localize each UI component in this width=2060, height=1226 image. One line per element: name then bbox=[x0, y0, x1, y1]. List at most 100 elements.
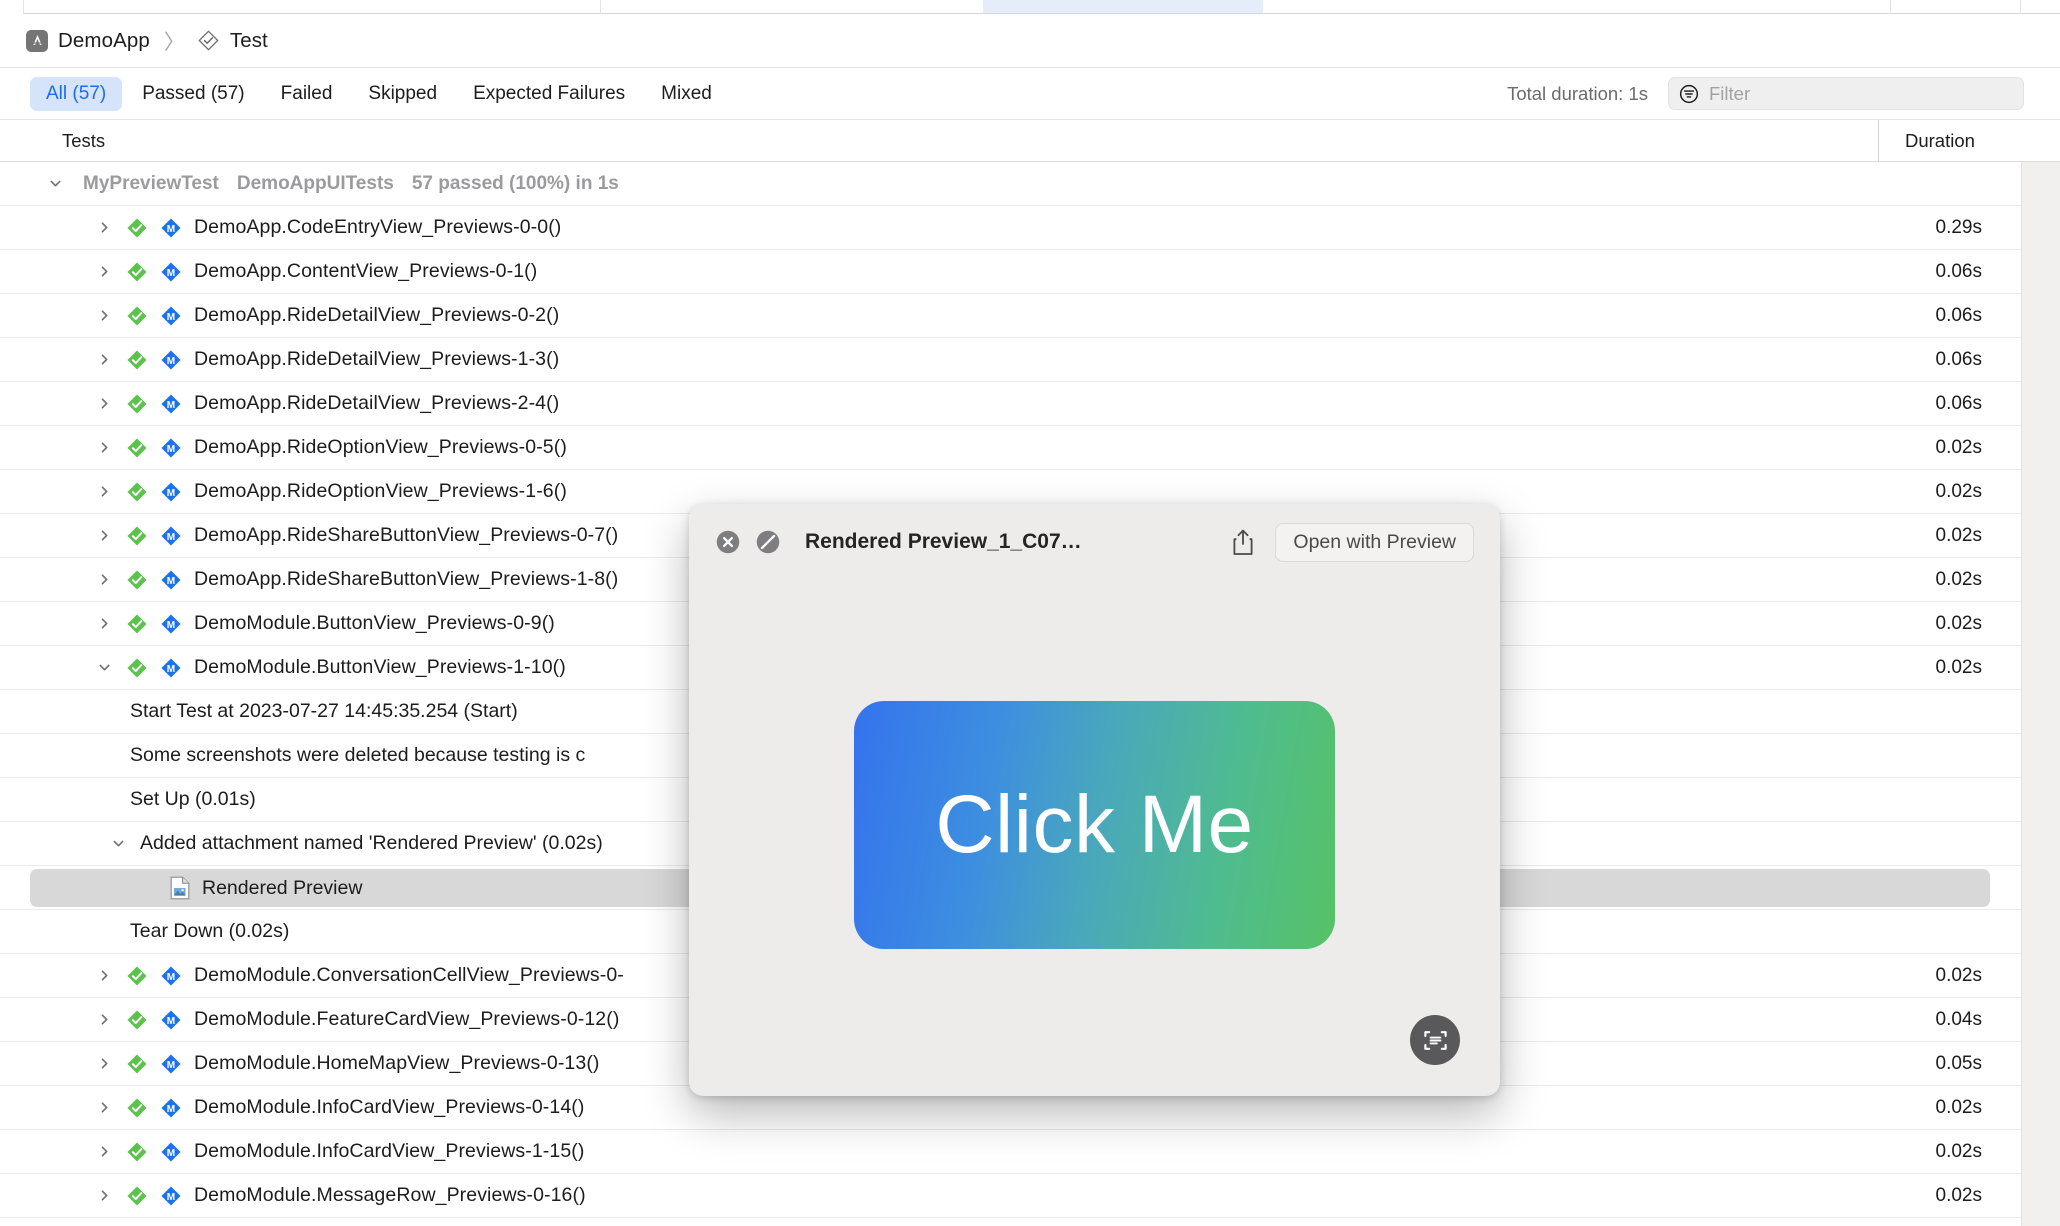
test-name: DemoApp.RideDetailView_Previews-2-4() bbox=[194, 392, 560, 414]
chevron-right-icon[interactable] bbox=[94, 220, 114, 235]
chevron-right-icon[interactable] bbox=[94, 308, 114, 323]
chevron-right-icon[interactable] bbox=[94, 1100, 114, 1115]
status-passed-icon bbox=[127, 1141, 147, 1162]
status-passed-icon bbox=[127, 1053, 147, 1074]
table-row[interactable]: M DemoApp.ContentView_Previews-0-1() 0.0… bbox=[0, 250, 2060, 294]
chevron-down-icon[interactable] bbox=[108, 836, 128, 851]
tab-divider bbox=[1890, 0, 1891, 14]
status-passed-icon bbox=[127, 1185, 147, 1206]
table-row[interactable]: M DemoModule.MessageRow_Previews-0-16() … bbox=[0, 1174, 2060, 1218]
active-editor-tab[interactable] bbox=[983, 0, 1263, 13]
test-method-icon: M bbox=[161, 305, 181, 326]
test-method-icon: M bbox=[161, 217, 181, 238]
test-duration: 0.02s bbox=[1935, 568, 1982, 590]
close-circle-icon[interactable] bbox=[715, 529, 741, 555]
table-header: Tests Duration bbox=[0, 120, 2060, 162]
table-row[interactable]: M DemoModule.InfoCardView_Previews-1-15(… bbox=[0, 1130, 2060, 1174]
chevron-right-icon[interactable] bbox=[94, 1144, 114, 1159]
table-row[interactable]: M DemoApp.RideDetailView_Previews-0-2() … bbox=[0, 294, 2060, 338]
quicklook-actions: Open with Preview bbox=[1231, 522, 1474, 562]
chevron-right-icon[interactable] bbox=[94, 1056, 114, 1071]
test-name: DemoModule.HomeMapView_Previews-0-13() bbox=[194, 1052, 600, 1074]
table-row[interactable]: M DemoApp.RideDetailView_Previews-2-4() … bbox=[0, 382, 2060, 426]
test-name: DemoModule.ButtonView_Previews-1-10() bbox=[194, 656, 566, 678]
chevron-down-icon[interactable] bbox=[45, 176, 65, 191]
test-name: DemoApp.RideDetailView_Previews-1-3() bbox=[194, 348, 560, 370]
filter-segment-passed[interactable]: Passed (57) bbox=[126, 77, 260, 111]
chevron-right-icon[interactable] bbox=[94, 396, 114, 411]
breadcrumb-separator-icon: 〉 bbox=[163, 30, 185, 54]
chevron-right-icon[interactable] bbox=[94, 1188, 114, 1203]
filter-segment-mixed[interactable]: Mixed bbox=[645, 77, 728, 111]
test-group-summary: 57 passed (100%) in 1s bbox=[411, 172, 619, 194]
test-method-icon: M bbox=[161, 349, 181, 370]
filter-segment-failed[interactable]: Failed bbox=[265, 77, 349, 111]
table-row[interactable]: M DemoApp.RideDetailView_Previews-1-3() … bbox=[0, 338, 2060, 382]
table-row[interactable]: M DemoApp.RideOptionView_Previews-0-5() … bbox=[0, 426, 2060, 470]
quicklook-title: Rendered Preview_1_C07… bbox=[805, 530, 1082, 553]
filter-segment-expected-failures[interactable]: Expected Failures bbox=[457, 77, 641, 111]
filter-icon bbox=[1679, 84, 1699, 103]
test-name: DemoApp.RideOptionView_Previews-0-5() bbox=[194, 436, 567, 458]
test-duration: 0.02s bbox=[1935, 524, 1982, 546]
chevron-right-icon[interactable] bbox=[94, 616, 114, 631]
test-duration: 0.06s bbox=[1935, 392, 1982, 414]
editor-tab-strip bbox=[0, 0, 2060, 14]
svg-text:M: M bbox=[167, 355, 175, 366]
status-passed-icon bbox=[127, 305, 147, 326]
live-text-icon bbox=[1423, 1030, 1447, 1050]
chevron-right-icon[interactable] bbox=[94, 352, 114, 367]
activity-label: Some screenshots were deleted because te… bbox=[130, 744, 586, 766]
status-passed-icon bbox=[127, 965, 147, 986]
breadcrumb-item-test[interactable]: Test bbox=[197, 29, 268, 53]
test-method-icon: M bbox=[161, 965, 181, 986]
test-group-name: MyPreviewTest bbox=[83, 172, 219, 194]
status-passed-icon bbox=[127, 437, 147, 458]
quicklook-body: Click Me bbox=[689, 580, 1500, 1096]
column-header-tests[interactable]: Tests bbox=[0, 130, 105, 152]
table-row[interactable]: M DemoApp.CodeEntryView_Previews-0-0() 0… bbox=[0, 206, 2060, 250]
filter-segment-skipped[interactable]: Skipped bbox=[352, 77, 453, 111]
test-duration: 0.05s bbox=[1935, 1052, 1982, 1074]
chevron-right-icon[interactable] bbox=[94, 484, 114, 499]
breadcrumb-item-project[interactable]: DemoApp bbox=[26, 29, 150, 53]
status-passed-icon bbox=[127, 569, 147, 590]
test-method-icon: M bbox=[161, 261, 181, 282]
breadcrumb-section-label: Test bbox=[229, 28, 268, 52]
status-passed-icon bbox=[127, 393, 147, 414]
share-icon[interactable] bbox=[1231, 529, 1255, 556]
tab-divider bbox=[2020, 0, 2021, 14]
test-name: DemoModule.ButtonView_Previews-0-9() bbox=[194, 612, 555, 634]
svg-text:M: M bbox=[167, 223, 175, 234]
tab-divider bbox=[600, 0, 601, 14]
filter-segment-all[interactable]: All (57) bbox=[30, 76, 123, 111]
chevron-right-icon[interactable] bbox=[94, 264, 114, 279]
test-method-icon: M bbox=[161, 481, 181, 502]
test-group-target: DemoAppUITests bbox=[236, 172, 394, 194]
live-text-button[interactable] bbox=[1410, 1015, 1460, 1065]
tab-strip-left-edge bbox=[0, 0, 24, 14]
chevron-down-icon[interactable] bbox=[94, 660, 114, 675]
activity-label: Added attachment named 'Rendered Preview… bbox=[140, 832, 603, 854]
status-passed-icon bbox=[127, 657, 147, 678]
test-method-icon: M bbox=[161, 569, 181, 590]
no-entry-icon[interactable] bbox=[755, 529, 781, 555]
column-header-duration[interactable]: Duration bbox=[1878, 120, 2060, 162]
test-duration: 0.06s bbox=[1935, 304, 1982, 326]
svg-text:M: M bbox=[167, 531, 175, 542]
test-duration: 0.02s bbox=[1935, 612, 1982, 634]
open-with-preview-button[interactable]: Open with Preview bbox=[1275, 522, 1474, 562]
chevron-right-icon[interactable] bbox=[94, 1012, 114, 1027]
test-filter-bar: All (57) Passed (57) Failed Skipped Expe… bbox=[0, 68, 2060, 120]
test-duration: 0.06s bbox=[1935, 348, 1982, 370]
svg-text:M: M bbox=[167, 443, 175, 454]
chevron-right-icon[interactable] bbox=[94, 572, 114, 587]
test-group-row[interactable]: MyPreviewTest DemoAppUITests 57 passed (… bbox=[0, 162, 2060, 206]
test-name: DemoApp.RideShareButtonView_Previews-0-7… bbox=[194, 524, 619, 546]
filter-input[interactable]: Filter bbox=[1668, 77, 2024, 110]
activity-label: Set Up (0.01s) bbox=[130, 788, 256, 810]
chevron-right-icon[interactable] bbox=[94, 968, 114, 983]
chevron-right-icon[interactable] bbox=[94, 440, 114, 455]
chevron-right-icon[interactable] bbox=[94, 528, 114, 543]
test-duration: 0.06s bbox=[1935, 260, 1982, 282]
